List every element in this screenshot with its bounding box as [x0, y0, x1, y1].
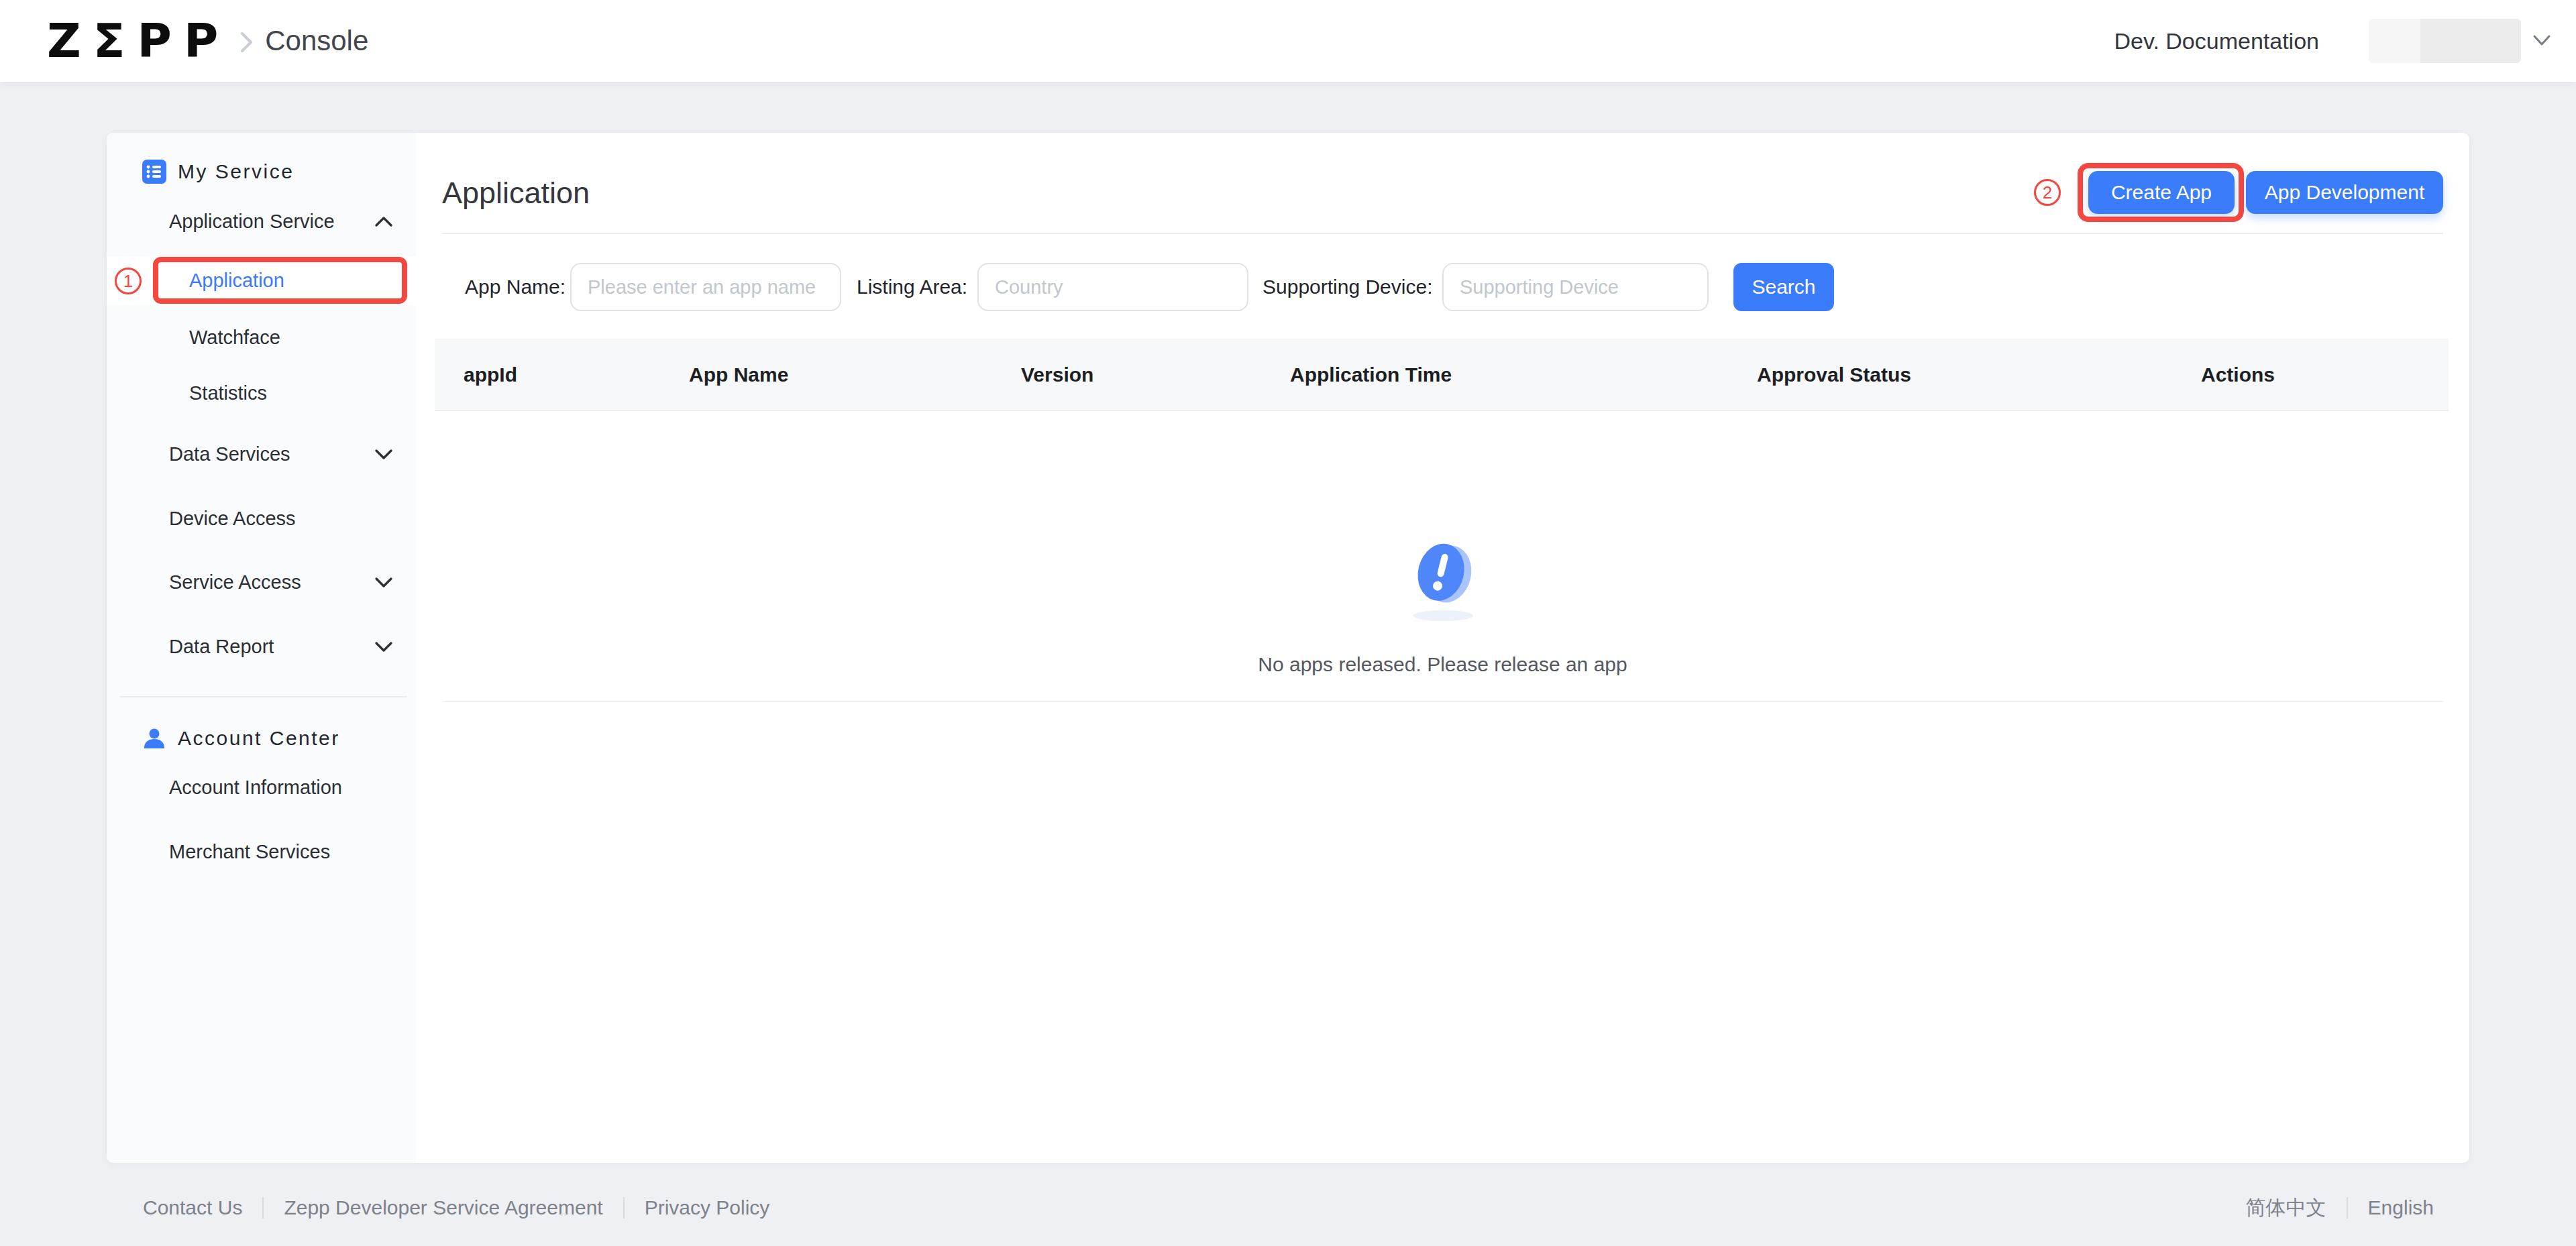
sidebar-divider: [120, 696, 407, 697]
footer: Contact Us Zepp Developer Service Agreem…: [0, 1185, 2576, 1231]
chevron-down-icon: [374, 641, 393, 653]
app-name-label: App Name:: [465, 263, 566, 311]
service-agreement-link[interactable]: Zepp Developer Service Agreement: [284, 1196, 602, 1219]
footer-separator: [262, 1197, 264, 1219]
empty-state-icon: [416, 535, 2469, 629]
column-actions: Actions: [2201, 339, 2275, 411]
footer-separator: [623, 1197, 625, 1219]
footer-separator: [2347, 1197, 2348, 1219]
sidebar-item-application[interactable]: Application: [107, 256, 416, 305]
dev-documentation-link[interactable]: Dev. Documentation: [2114, 28, 2319, 54]
sidebar-item-label: Watchface: [189, 327, 280, 349]
sidebar-item-device-access[interactable]: Device Access: [107, 496, 416, 541]
sidebar-item-data-report[interactable]: Data Report: [107, 624, 416, 669]
privacy-policy-link[interactable]: Privacy Policy: [645, 1196, 770, 1219]
sidebar-group-label: Account Center: [178, 727, 340, 750]
chevron-down-icon: [374, 577, 393, 588]
breadcrumb-chevron-icon: [239, 31, 254, 54]
sidebar: My Service Application Service Applicati…: [107, 133, 416, 1163]
language-chinese-link[interactable]: 简体中文: [2246, 1194, 2326, 1222]
column-approval-status: Approval Status: [1757, 339, 1911, 411]
app-name-input[interactable]: [570, 263, 841, 311]
footer-links: Contact Us Zepp Developer Service Agreem…: [143, 1196, 769, 1219]
main-panel: Application 2 Create App App Development…: [416, 133, 2469, 1163]
supporting-device-input[interactable]: [1442, 263, 1709, 311]
column-version: Version: [1021, 339, 1093, 411]
listing-area-input[interactable]: [977, 263, 1248, 311]
sidebar-item-label: Data Services: [169, 443, 290, 465]
language-english-link[interactable]: English: [2368, 1196, 2434, 1219]
annotation-circle-2: 2: [2034, 179, 2061, 206]
empty-state-text: No apps released. Please release an app: [416, 653, 2469, 676]
sidebar-group-account-center[interactable]: Account Center: [107, 716, 416, 761]
sidebar-group-label: My Service: [178, 160, 294, 183]
sidebar-item-label: Data Report: [169, 636, 274, 658]
table-bottom-divider: [442, 701, 2443, 702]
user-icon: [142, 726, 167, 751]
contact-us-link[interactable]: Contact Us: [143, 1196, 242, 1219]
breadcrumb: Console: [265, 25, 368, 57]
sidebar-item-statistics[interactable]: Statistics: [107, 370, 416, 416]
topbar: ZΣPP Console Dev. Documentation: [0, 0, 2576, 82]
listing-area-label: Listing Area:: [857, 263, 967, 311]
zepp-console-page: ZΣPP Console Dev. Documentation My Servi…: [0, 0, 2576, 1246]
sidebar-item-watchface[interactable]: Watchface: [107, 315, 416, 360]
sidebar-item-application-service[interactable]: Application Service: [107, 199, 416, 244]
content-card: My Service Application Service Applicati…: [107, 133, 2469, 1163]
table-header: appId App Name Version Application Time …: [435, 339, 2449, 411]
sidebar-item-label: Account Information: [169, 777, 342, 799]
sidebar-item-label: Application Service: [169, 211, 335, 233]
sidebar-item-label: Device Access: [169, 508, 296, 530]
annotation-box-application: [153, 257, 407, 304]
sidebar-item-merchant-services[interactable]: Merchant Services: [107, 829, 416, 874]
sidebar-item-service-access[interactable]: Service Access: [107, 559, 416, 605]
sidebar-item-account-information[interactable]: Account Information: [107, 764, 416, 810]
chevron-down-icon: [374, 449, 393, 460]
topbar-right: Dev. Documentation: [2114, 19, 2576, 63]
page-title: Application: [442, 176, 590, 211]
chevron-up-icon: [374, 216, 393, 227]
account-chevron-down-icon[interactable]: [2532, 34, 2552, 48]
footer-languages: 简体中文 English: [2246, 1194, 2434, 1222]
column-app-name: App Name: [689, 339, 788, 411]
annotation-box-create-app: [2078, 163, 2244, 222]
sidebar-group-my-service[interactable]: My Service: [107, 149, 416, 194]
supporting-device-label: Supporting Device:: [1263, 263, 1432, 311]
sidebar-item-data-services[interactable]: Data Services: [107, 431, 416, 477]
column-appid: appId: [464, 339, 517, 411]
sidebar-item-label: Service Access: [169, 571, 301, 593]
app-development-button[interactable]: App Development: [2246, 171, 2443, 214]
list-icon: [142, 159, 167, 184]
annotation-circle-1: 1: [115, 268, 142, 294]
title-divider: [442, 233, 2443, 234]
column-application-time: Application Time: [1290, 339, 1452, 411]
search-button[interactable]: Search: [1733, 263, 1834, 311]
sidebar-item-label: Statistics: [189, 382, 267, 404]
user-account-redacted[interactable]: [2369, 19, 2521, 63]
zepp-logo[interactable]: ZΣPP: [47, 17, 230, 64]
sidebar-item-label: Merchant Services: [169, 841, 330, 863]
